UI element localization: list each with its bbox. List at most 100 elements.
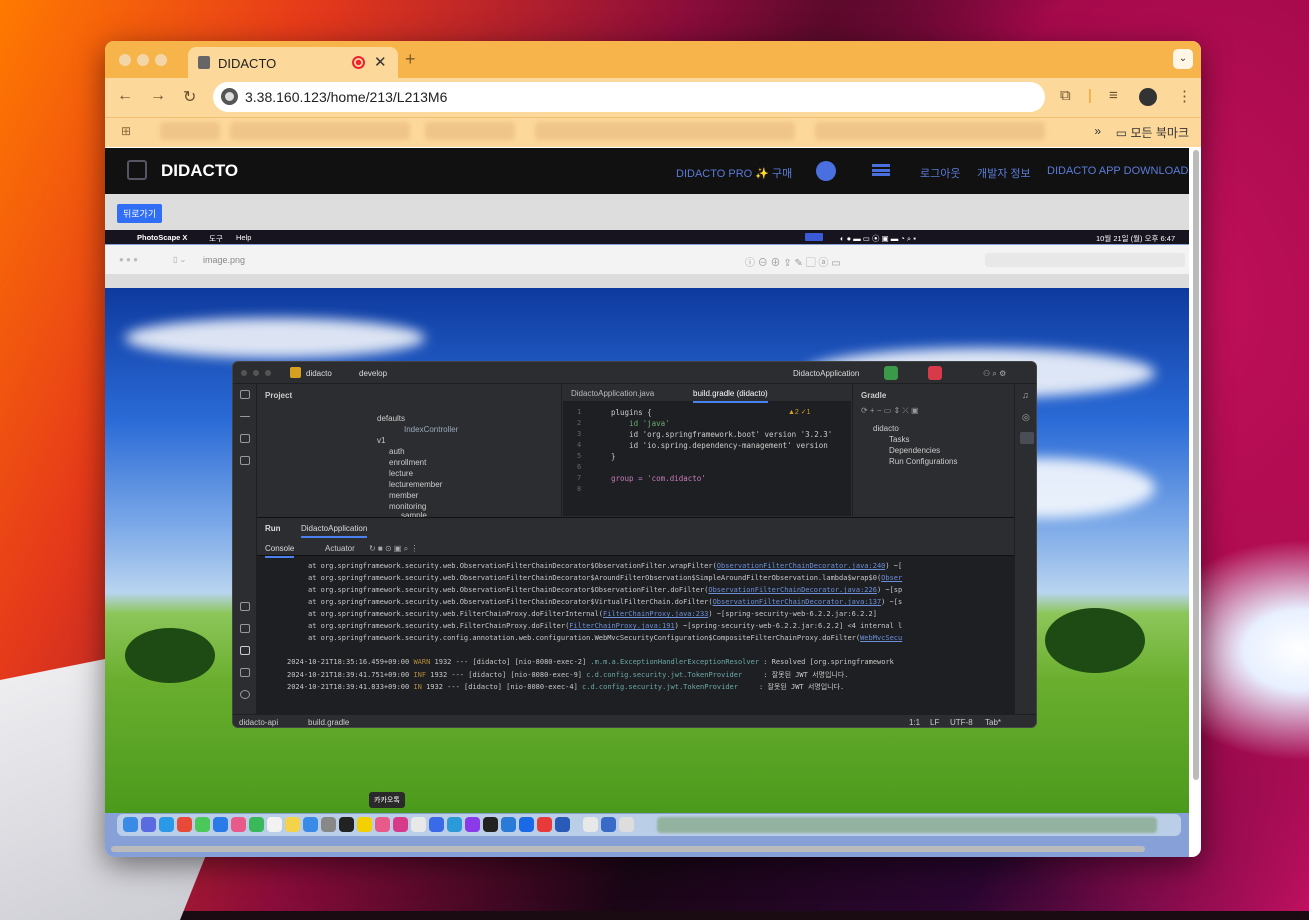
url-input[interactable]: 3.38.160.123/home/213/L213M6 [213, 82, 1045, 112]
log-mid: 1932 --- [didacto] [nio-8080-exec-2] [430, 658, 591, 666]
stack-link: ObservationFilterChainDecorator.java:226 [708, 586, 877, 594]
gradle-tool-icon [1020, 432, 1034, 444]
editor-tabs: DidactoApplication.java build.gradle (di… [563, 384, 851, 403]
log-msg: : 잘못된 JWT 서명입니다. [737, 683, 845, 691]
brand-title[interactable]: DIDACTO [161, 161, 238, 181]
all-bookmarks-label: 모든 북마크 [1130, 126, 1189, 140]
stack-line: at org.springframework.security.config.a… [308, 634, 1008, 642]
tab-search-button[interactable]: ⌄ [1173, 49, 1193, 69]
cloud [125, 318, 425, 358]
app-download-link[interactable]: DIDACTO APP DOWNLOAD [1047, 165, 1188, 177]
tree [1045, 608, 1145, 673]
pro-purchase-link[interactable]: DIDACTO PRO ✨ 구매 [676, 165, 792, 181]
menubar-clock: 10월 21일 (월) 오후 6:47 [1096, 234, 1176, 243]
gradle-item: Dependencies [889, 446, 941, 455]
gradle-item: Tasks [889, 435, 910, 444]
page-content: DIDACTO DIDACTO PRO ✨ 구매 로그아웃 개발자 정보 DID… [105, 148, 1189, 857]
back-button[interactable]: 뒤로가기 [117, 204, 163, 223]
git-icon [240, 434, 250, 443]
status-crumb: didacto-api [239, 718, 279, 727]
line-number: 3 [577, 430, 582, 438]
run-config-tab: DidactoApplication [301, 524, 368, 538]
ide-titlebar: didacto develop DidactoApplication ⚇ ⌕ ⚙ [233, 362, 1036, 384]
tree-item: v1 [377, 436, 386, 445]
screen-icon [805, 233, 823, 241]
developer-info-link[interactable]: 개발자 정보 [977, 165, 1031, 181]
menubar-help: Help [236, 233, 252, 242]
all-bookmarks-link[interactable]: ▭ 모든 북마크 [1116, 124, 1189, 141]
favicon-icon [198, 56, 210, 69]
messages-icon [195, 817, 210, 832]
tree-item: lecture [389, 469, 414, 478]
facetime-icon [249, 817, 264, 832]
list-menu-icon[interactable] [872, 164, 890, 176]
log-ts: 2024-10-21T18:35:16.459+09:00 [287, 658, 410, 666]
project-panel: Project defaults IndexController v1 auth… [257, 384, 562, 520]
horizontal-scrollbar[interactable] [111, 846, 1145, 852]
log-line: 2024-10-21T18:39:41.833+09:00 IN 1932 --… [287, 682, 987, 692]
url-text: 3.38.160.123/home/213/L213M6 [245, 89, 448, 105]
line-number: 7 [577, 474, 582, 482]
ide-left-toolbar [233, 384, 257, 714]
site-info-icon[interactable] [221, 88, 238, 105]
run-tool-icon [240, 646, 250, 655]
gradle-toolbar-icons: ⟳ + − ▭ ⇕ ⤫ ▣ [861, 406, 919, 415]
apps-icon[interactable]: ⊞ [121, 124, 131, 138]
extensions-icon[interactable]: ⧉ [1060, 87, 1071, 104]
stack-text: ) ~[spring-security-web-6.2.2.jar:6.2.2]… [674, 622, 903, 630]
log-level: INF [413, 671, 427, 679]
forward-icon[interactable]: → [150, 87, 166, 105]
app-icon [519, 817, 534, 832]
preview-icon [583, 817, 598, 832]
finder-icon [123, 817, 138, 832]
folder-icon [240, 390, 250, 399]
run-panel: Run DidactoApplication Console Actuator … [257, 517, 1014, 714]
reload-icon[interactable]: ↻ [183, 87, 196, 107]
tab-close-button[interactable]: ✕ [374, 53, 387, 71]
code-line: group = 'com.didacto' [611, 474, 706, 483]
code-line: id 'io.spring.dependency-management' ver… [611, 441, 828, 450]
menubar-tools: 도구 [209, 234, 223, 243]
profile-avatar[interactable] [1139, 88, 1157, 106]
mail-icon [213, 817, 228, 832]
more-menu-icon[interactable]: ⋮ [1177, 87, 1192, 105]
status-encoding: UTF-8 [950, 718, 973, 727]
log-level: WARN [413, 658, 431, 666]
inspection-widget: ▲2 ✓1 [788, 409, 811, 416]
log-ts: 2024-10-21T18:39:41.833+09:00 [287, 683, 410, 691]
bookmark-blurred[interactable] [535, 122, 795, 140]
kakaotalk-icon [357, 817, 372, 832]
back-icon[interactable]: ← [117, 87, 133, 105]
bookmark-blurred[interactable] [160, 122, 220, 140]
bookmark-blurred[interactable] [815, 122, 1045, 140]
gradle-title: Gradle [861, 391, 887, 400]
app-icon [555, 817, 570, 832]
stack-line: at org.springframework.security.web.Obse… [308, 562, 1008, 570]
stack-link: Obser [881, 574, 903, 582]
bookmark-blurred[interactable] [425, 122, 515, 140]
chrome-icon [177, 817, 192, 832]
minimize-window-button[interactable] [137, 54, 149, 66]
user-icon[interactable] [816, 161, 836, 181]
preview-search-field [985, 253, 1185, 267]
didacto-logo-icon[interactable] [127, 160, 147, 180]
wallpaper-photo: didacto develop DidactoApplication ⚇ ⌕ ⚙ [105, 288, 1189, 813]
line-number: 5 [577, 452, 582, 460]
site-header: DIDACTO DIDACTO PRO ✨ 구매 로그아웃 개발자 정보 DID… [105, 148, 1189, 194]
zoom-window-button[interactable] [155, 54, 167, 66]
editor-tab-active: build.gradle (didacto) [693, 389, 768, 403]
preview-window-controls: ● ● ● [119, 255, 138, 264]
project-panel-title: Project [265, 391, 293, 400]
bookmarks-more-button[interactable]: » [1094, 124, 1101, 138]
bookmark-blurred[interactable] [230, 122, 410, 140]
vertical-scrollbar[interactable] [1193, 150, 1199, 780]
close-window-button[interactable] [119, 54, 131, 66]
commit-icon [240, 416, 250, 417]
tree-item: IndexController [404, 425, 459, 434]
logout-link[interactable]: 로그아웃 [920, 165, 960, 181]
new-tab-button[interactable]: + [405, 49, 416, 70]
appstore-icon [303, 817, 318, 832]
app-icon [619, 817, 634, 832]
media-icon[interactable]: ≡ [1109, 87, 1118, 104]
tab-didacto[interactable]: DIDACTO ✕ [188, 47, 398, 78]
